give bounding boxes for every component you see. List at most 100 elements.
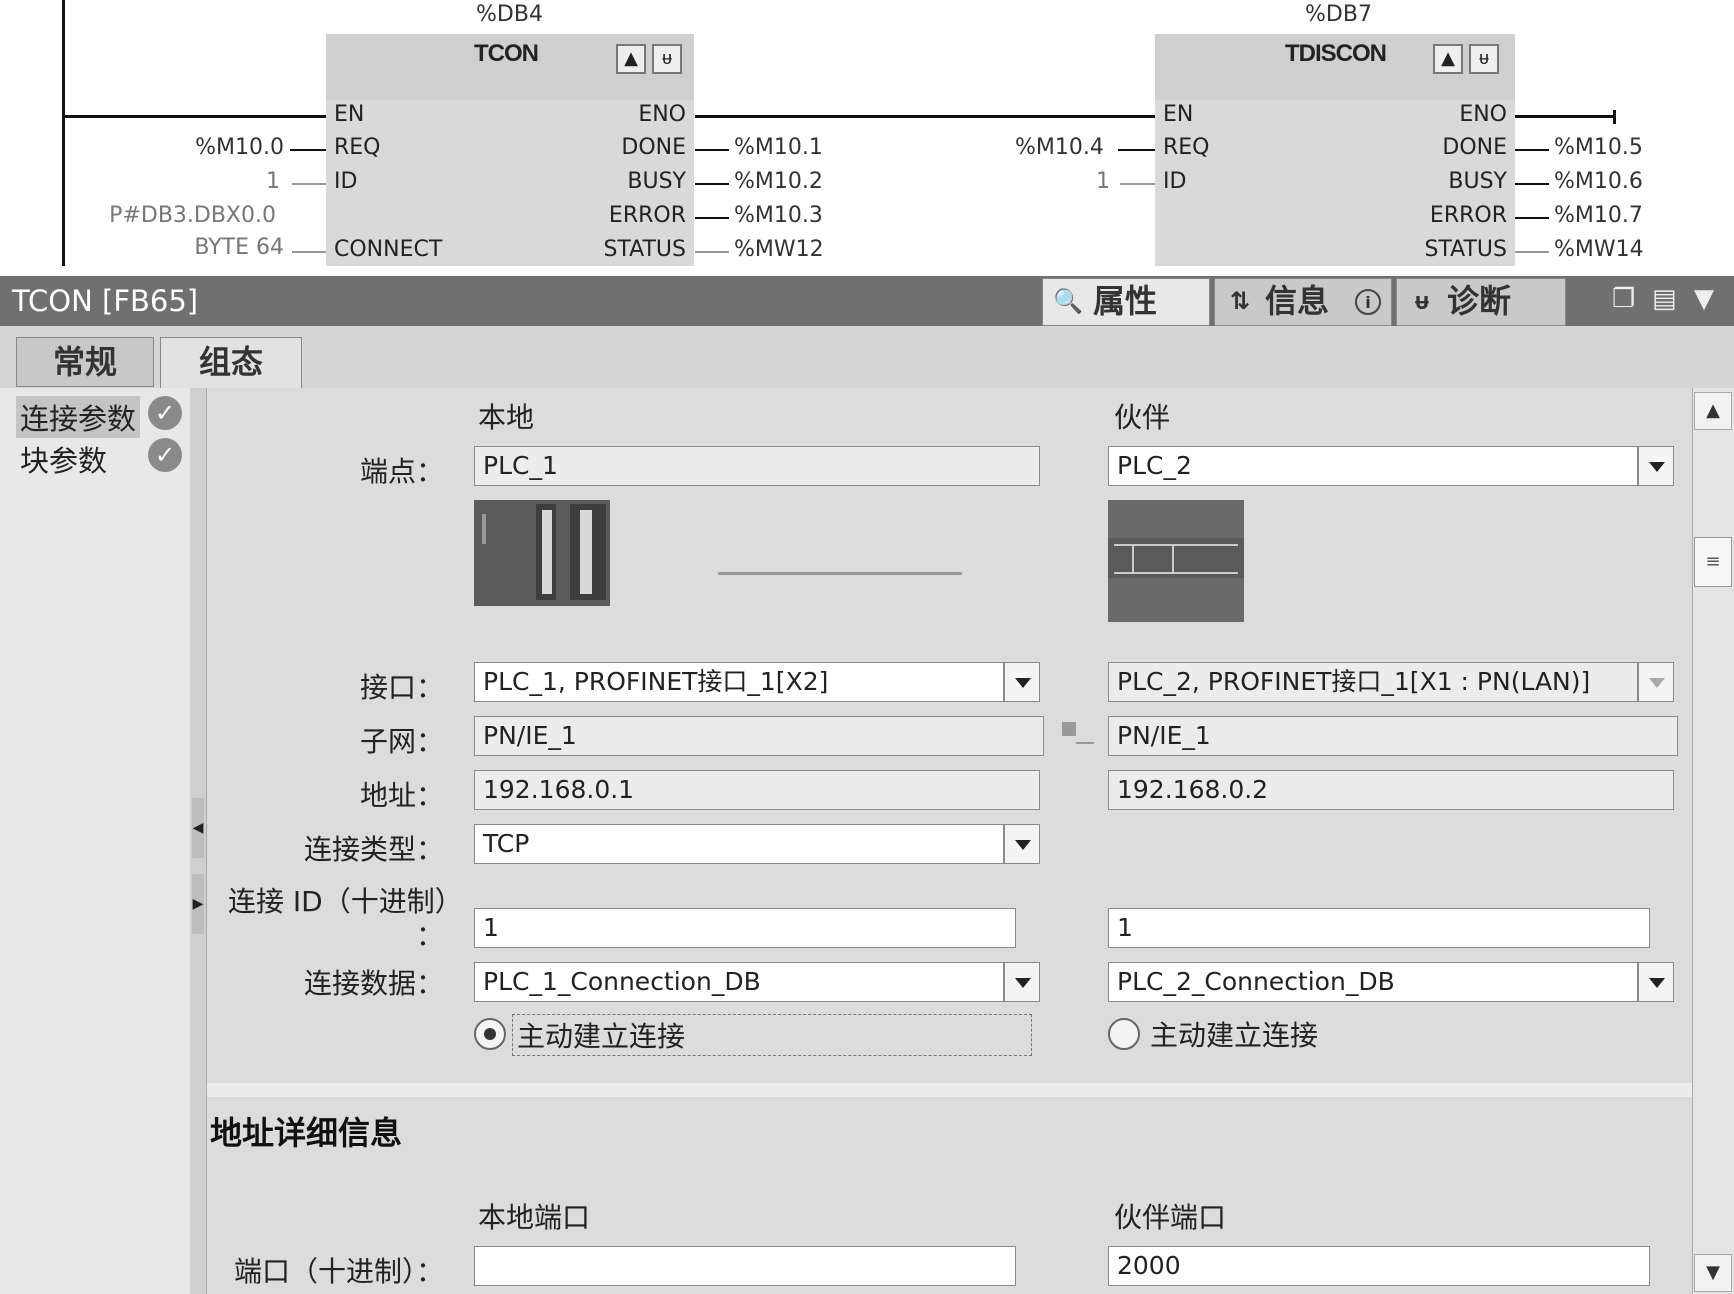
partner-port-input[interactable]: 2000	[1108, 1246, 1650, 1286]
stethoscope-icon: ᵾ	[1415, 287, 1429, 315]
magnifier-icon: 🔍	[1053, 287, 1083, 315]
local-address-field: 192.168.0.1	[474, 770, 1040, 810]
local-active-radio[interactable]	[474, 1018, 506, 1050]
pin-req: REQ	[1163, 135, 1210, 160]
pin-done: DONE	[621, 135, 686, 160]
pin-eno: ENO	[1459, 102, 1507, 127]
info-list-icon: ⇅	[1229, 287, 1251, 315]
tab-properties[interactable]: 🔍 属性	[1042, 278, 1210, 326]
busy-operand[interactable]: %M10.2	[734, 169, 823, 194]
connect-operand-2[interactable]: BYTE 64	[194, 235, 284, 260]
done-operand-2[interactable]: %M10.5	[1554, 135, 1643, 160]
req-operand-2[interactable]: %M10.4	[1015, 135, 1104, 160]
layout-icon[interactable]: ▤	[1652, 284, 1677, 314]
eno-en-wire	[695, 115, 1155, 118]
id-operand-2[interactable]: 1	[1096, 169, 1110, 194]
block-icon: ▲	[1433, 44, 1463, 74]
expand-right-icon[interactable]: ▶	[192, 874, 204, 934]
status-operand-2[interactable]: %MW14	[1554, 237, 1644, 262]
pin-eno: ENO	[638, 102, 686, 127]
partner-endpoint-select[interactable]: PLC_2	[1108, 446, 1638, 486]
eno-arrow	[1613, 110, 1616, 124]
tab-diagnostics[interactable]: ᵾ 诊断	[1396, 278, 1566, 326]
pin-status: STATUS	[1424, 237, 1507, 262]
pin-en: EN	[334, 102, 365, 127]
collapse-icon[interactable]: ▼	[1694, 284, 1714, 314]
partner-port-header: 伙伴端口	[1114, 1201, 1227, 1234]
block-name: TCON	[474, 40, 539, 67]
pin-error: ERROR	[608, 203, 686, 228]
req-operand[interactable]: %M10.0	[195, 135, 284, 160]
id-wire	[292, 183, 326, 185]
nav-item-block-params[interactable]: 块参数	[20, 438, 107, 480]
ladder-network: %DB4 TCON ▲ ᵾ EN REQ ID CONNECT ENO DONE…	[0, 0, 1734, 270]
partner-interface-select: PLC_2, PROFINET接口_1[X1 : PN(LAN)]	[1108, 662, 1638, 702]
partner-active-label[interactable]: 主动建立连接	[1150, 1014, 1318, 1054]
chevron-down-icon[interactable]	[1004, 662, 1040, 702]
plc-device-icon	[474, 500, 610, 606]
tab-info[interactable]: ⇅ 信息 i	[1214, 278, 1392, 326]
db-label-2[interactable]: %DB7	[1305, 2, 1372, 27]
block-name: TDISCON	[1285, 40, 1387, 67]
chevron-down-icon[interactable]	[1638, 962, 1674, 1002]
chevron-down-icon[interactable]	[1638, 446, 1674, 486]
chevron-down-icon[interactable]	[1004, 824, 1040, 864]
done-wire	[695, 149, 729, 151]
db-label-1[interactable]: %DB4	[476, 2, 543, 27]
restore-icon[interactable]: ❐	[1612, 284, 1635, 314]
diag-icon: ᵾ	[652, 44, 682, 74]
tcon-block[interactable]: TCON ▲ ᵾ EN REQ ID CONNECT ENO DONE BUSY…	[326, 34, 694, 266]
error-wire	[695, 217, 729, 219]
connect-operand-1[interactable]: P#DB3.DBX0.0	[109, 203, 276, 228]
diag-icon: ᵾ	[1469, 44, 1499, 74]
chevron-down-icon[interactable]	[1004, 962, 1040, 1002]
connect-wire	[292, 251, 326, 253]
subnet-label: 子网：	[359, 725, 444, 758]
error-operand[interactable]: %M10.3	[734, 203, 823, 228]
local-interface-select[interactable]: PLC_1, PROFINET接口_1[X2]	[474, 662, 1004, 702]
power-rail	[62, 0, 65, 266]
en-wire-1	[62, 115, 326, 118]
nav-tree	[0, 388, 191, 1294]
inspector-title: TCON [FB65]	[12, 284, 199, 318]
pin-connect: CONNECT	[334, 237, 443, 262]
id-operand[interactable]: 1	[266, 169, 280, 194]
block-icon: ▲	[616, 44, 646, 74]
local-conn-id-input[interactable]: 1	[474, 908, 1016, 948]
partner-active-radio[interactable]	[1108, 1018, 1140, 1050]
scroll-thumb[interactable]: ≡	[1694, 537, 1732, 587]
conn-type-select[interactable]: TCP	[474, 824, 1004, 864]
tdiscon-block[interactable]: TDISCON ▲ ᵾ EN REQ ID ENO DONE BUSY ERRO…	[1155, 34, 1515, 266]
busy-wire-2	[1515, 183, 1549, 185]
pin-id: ID	[1163, 169, 1187, 194]
status-wire-2	[1515, 251, 1549, 253]
pin-req: REQ	[334, 135, 381, 160]
pin-busy: BUSY	[627, 169, 686, 194]
error-operand-2[interactable]: %M10.7	[1554, 203, 1643, 228]
partner-conn-data-select[interactable]: PLC_2_Connection_DB	[1108, 962, 1638, 1002]
status-operand[interactable]: %MW12	[734, 237, 824, 262]
local-conn-data-select[interactable]: PLC_1_Connection_DB	[474, 962, 1004, 1002]
local-port-input[interactable]	[474, 1246, 1016, 1286]
req-wire-2	[1118, 149, 1155, 151]
local-subnet-field: PN/IE_1	[474, 716, 1044, 756]
scroll-down-icon[interactable]: ▼	[1694, 1254, 1732, 1292]
address-details-title: 地址详细信息	[210, 1114, 403, 1152]
check-icon: ✓	[148, 438, 182, 472]
collapse-left-icon[interactable]: ◀	[192, 798, 204, 858]
local-port-header: 本地端口	[478, 1201, 591, 1234]
status-wire	[695, 251, 729, 253]
tab-configuration[interactable]: 组态	[160, 337, 302, 389]
vertical-scrollbar[interactable]	[1692, 388, 1734, 1294]
scroll-up-icon[interactable]: ▲	[1694, 392, 1732, 430]
plc-device-icon	[1108, 500, 1244, 622]
network-icon	[1062, 722, 1076, 736]
busy-operand-2[interactable]: %M10.6	[1554, 169, 1643, 194]
nav-item-conn-params[interactable]: 连接参数	[16, 396, 141, 438]
partner-subnet-field: PN/IE_1	[1108, 716, 1678, 756]
local-active-label[interactable]: 主动建立连接	[512, 1014, 1032, 1056]
done-operand[interactable]: %M10.1	[734, 135, 823, 160]
pin-busy: BUSY	[1448, 169, 1507, 194]
tab-general[interactable]: 常规	[16, 337, 154, 387]
partner-conn-id-input[interactable]: 1	[1108, 908, 1650, 948]
